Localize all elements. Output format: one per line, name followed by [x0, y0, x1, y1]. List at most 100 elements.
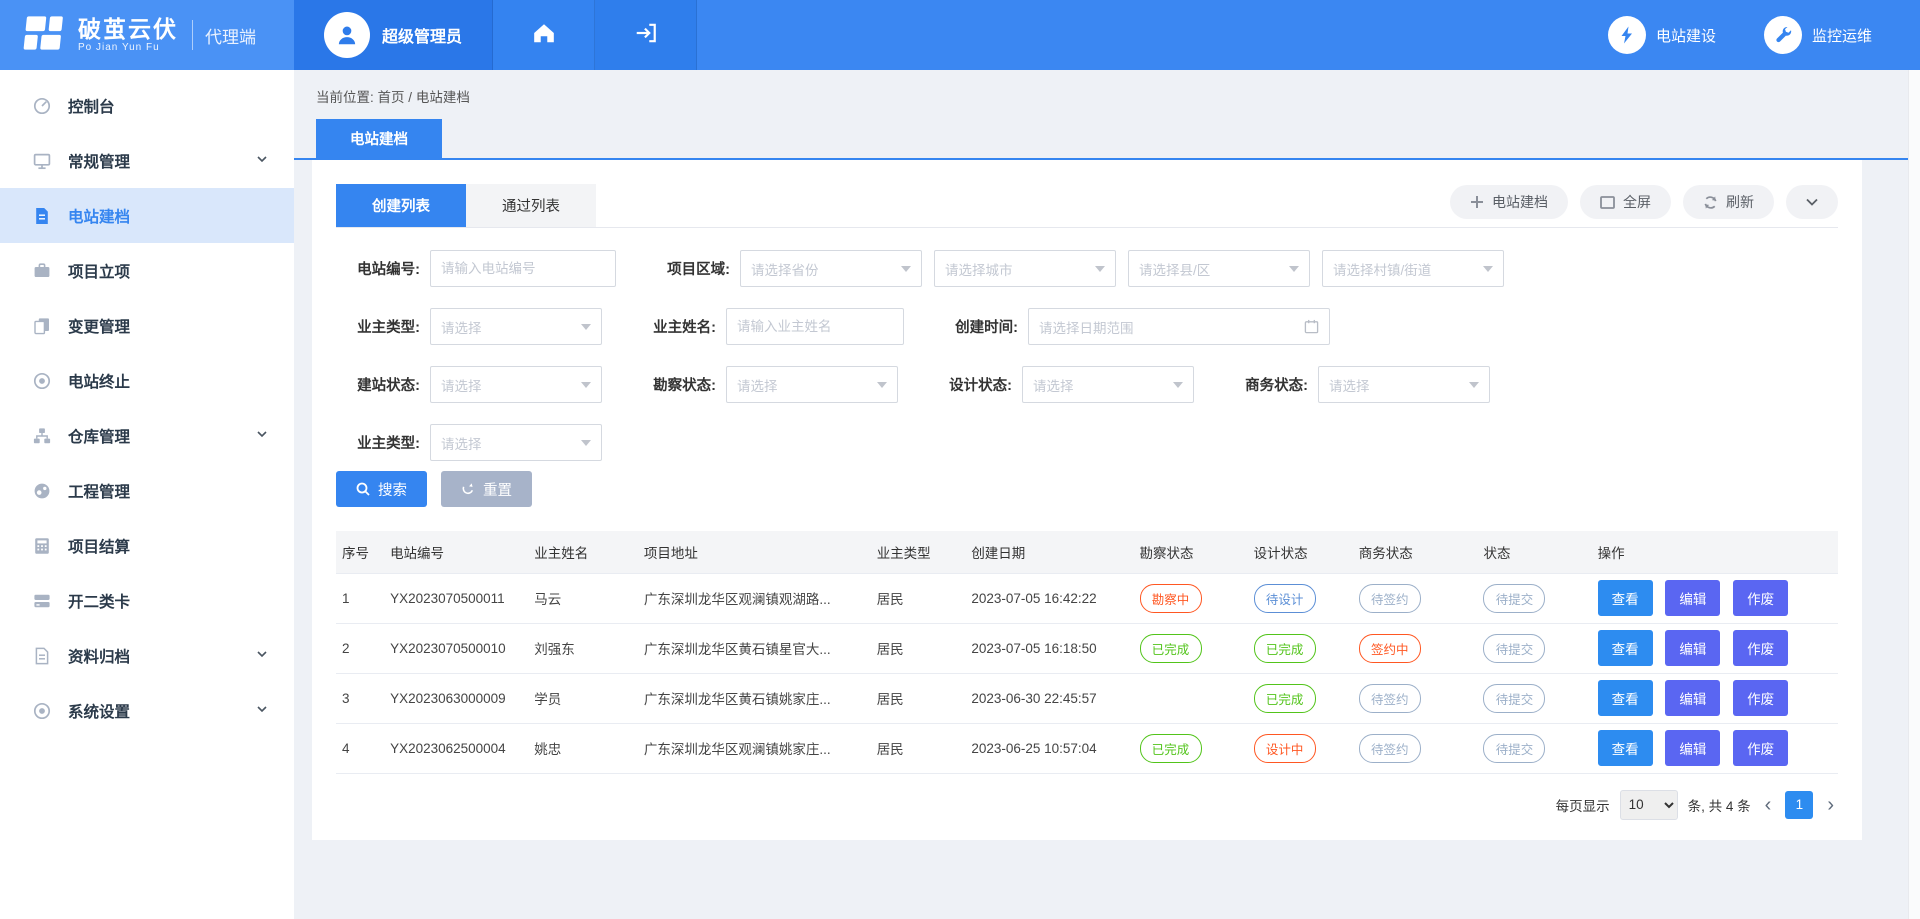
briefcase-icon: [32, 261, 52, 281]
scrollbar[interactable]: [1908, 70, 1920, 919]
table-row: 3 YX2023063000009 学员 广东深圳龙华区黄石镇姚家庄... 居民…: [336, 673, 1838, 723]
gauge-icon: [32, 481, 52, 501]
filter-station-no: 电站编号:: [336, 250, 616, 287]
sidebar-item-open-type2-card[interactable]: 开二类卡: [0, 573, 294, 628]
copy-icon: [32, 316, 52, 336]
page-tab-station-archive[interactable]: 电站建档: [316, 119, 442, 158]
date-range-picker[interactable]: 请选择日期范围: [1028, 308, 1330, 345]
void-button[interactable]: 作废: [1733, 630, 1788, 666]
logout-icon: [634, 22, 658, 49]
divider: [192, 20, 193, 50]
chevron-down-icon: [1805, 197, 1819, 207]
total-label: 条, 共 4 条: [1688, 795, 1751, 815]
user-icon: [334, 22, 360, 48]
monitor-icon: [32, 151, 52, 171]
filter-business-status: 商务状态: 请选择: [1224, 366, 1490, 403]
next-page-button[interactable]: ›: [1823, 795, 1838, 815]
status-badge: 待提交: [1483, 734, 1545, 763]
province-select[interactable]: 请选择省份: [740, 250, 922, 287]
home-icon: [532, 22, 556, 49]
chevron-down-icon: [256, 647, 268, 665]
main-content: 当前位置: 首页 / 电站建档 电站建档 创建列表 通过列表: [294, 70, 1908, 919]
status-badge: 待提交: [1483, 584, 1545, 613]
collapse-button[interactable]: [1786, 185, 1838, 219]
per-page-select[interactable]: 10: [1620, 790, 1678, 820]
owner-name-input[interactable]: [726, 308, 904, 345]
filter-design-status: 设计状态: 请选择: [928, 366, 1194, 403]
filter-owner-type-2: 业主类型: 请选择: [336, 424, 602, 461]
sidebar-item-engineering-mgmt[interactable]: 工程管理: [0, 463, 294, 518]
app-root: 破茧云伏 Po Jian Yun Fu 代理端 超级管理员: [0, 0, 1920, 919]
view-button[interactable]: 查看: [1598, 680, 1653, 716]
caret-down-icon: [1173, 382, 1183, 388]
breadcrumb-home-link[interactable]: 首页: [378, 90, 405, 105]
business-status-select[interactable]: 请选择: [1318, 366, 1490, 403]
create-station-archive-button[interactable]: 电站建档: [1450, 185, 1568, 219]
search-button[interactable]: 搜索: [336, 471, 427, 507]
sidebar-item-project-settlement[interactable]: 项目结算: [0, 518, 294, 573]
sidebar: 控制台 常规管理: [0, 70, 294, 919]
edit-button[interactable]: 编辑: [1665, 680, 1720, 716]
pagination: 每页显示 10 条, 共 4 条 ‹ 1 ›: [336, 790, 1838, 820]
void-button[interactable]: 作废: [1733, 680, 1788, 716]
sidebar-item-warehouse-mgmt[interactable]: 仓库管理: [0, 408, 294, 463]
card-toolbar: 电站建档 全屏 刷新: [1450, 185, 1838, 227]
caret-down-icon: [581, 324, 591, 330]
sidebar-item-project-initiation[interactable]: 项目立项: [0, 243, 294, 298]
page-number-button[interactable]: 1: [1785, 791, 1813, 819]
caret-down-icon: [1095, 266, 1105, 272]
prev-page-button[interactable]: ‹: [1761, 795, 1776, 815]
table-row: 2 YX2023070500010 刘强东 广东深圳龙华区黄石镇星官大... 居…: [336, 623, 1838, 673]
archive-icon: [32, 646, 52, 666]
filter-owner-name: 业主姓名:: [632, 308, 904, 345]
sidebar-item-change-mgmt[interactable]: 变更管理: [0, 298, 294, 353]
tab-created-list[interactable]: 创建列表: [336, 184, 466, 227]
design-status-badge: 已完成: [1254, 684, 1316, 713]
town-select[interactable]: 请选择村镇/街道: [1322, 250, 1504, 287]
county-select[interactable]: 请选择县/区: [1128, 250, 1310, 287]
build-status-select[interactable]: 请选择: [430, 366, 602, 403]
fullscreen-button[interactable]: 全屏: [1580, 185, 1671, 219]
caret-down-icon: [581, 382, 591, 388]
reset-button[interactable]: 重置: [441, 471, 532, 507]
void-button[interactable]: 作废: [1733, 580, 1788, 616]
survey-status-select[interactable]: 请选择: [726, 366, 898, 403]
plus-icon: [1470, 195, 1484, 209]
sidebar-item-system-settings[interactable]: 系统设置: [0, 683, 294, 738]
logout-button[interactable]: [595, 0, 697, 70]
nav-monitor-ops[interactable]: 监控运维: [1764, 0, 1872, 70]
view-button[interactable]: 查看: [1598, 630, 1653, 666]
city-select[interactable]: 请选择城市: [934, 250, 1116, 287]
top-header: 破茧云伏 Po Jian Yun Fu 代理端 超级管理员: [0, 0, 1920, 70]
user-menu[interactable]: 超级管理员: [294, 0, 493, 70]
edit-button[interactable]: 编辑: [1665, 730, 1720, 766]
owner-type-select[interactable]: 请选择: [430, 308, 602, 345]
reset-icon: [461, 482, 475, 496]
edit-button[interactable]: 编辑: [1665, 580, 1720, 616]
home-button[interactable]: [493, 0, 595, 70]
search-icon: [356, 482, 370, 496]
brand: 破茧云伏 Po Jian Yun Fu 代理端: [0, 0, 294, 70]
view-button[interactable]: 查看: [1598, 730, 1653, 766]
sidebar-item-station-termination[interactable]: 电站终止: [0, 353, 294, 408]
station-no-input[interactable]: [430, 250, 616, 287]
design-status-select[interactable]: 请选择: [1022, 366, 1194, 403]
filter-owner-type: 业主类型: 请选择: [336, 308, 602, 345]
sidebar-item-data-archive[interactable]: 资料归档: [0, 628, 294, 683]
sidebar-item-general-mgmt[interactable]: 常规管理: [0, 133, 294, 188]
business-status-badge: 待签约: [1359, 734, 1421, 763]
refresh-button[interactable]: 刷新: [1683, 185, 1774, 219]
nav-station-build[interactable]: 电站建设: [1608, 0, 1716, 70]
edit-button[interactable]: 编辑: [1665, 630, 1720, 666]
business-status-badge: 签约中: [1359, 634, 1421, 663]
void-button[interactable]: 作废: [1733, 730, 1788, 766]
sidebar-item-console[interactable]: 控制台: [0, 78, 294, 133]
sidebar-item-station-archive[interactable]: 电站建档: [0, 188, 294, 243]
fullscreen-icon: [1600, 196, 1615, 209]
view-button[interactable]: 查看: [1598, 580, 1653, 616]
chevron-down-icon: [256, 152, 268, 170]
business-status-badge: 待签约: [1359, 684, 1421, 713]
sitemap-icon: [32, 426, 52, 446]
owner-type-2-select[interactable]: 请选择: [430, 424, 602, 461]
tab-passed-list[interactable]: 通过列表: [466, 184, 596, 227]
